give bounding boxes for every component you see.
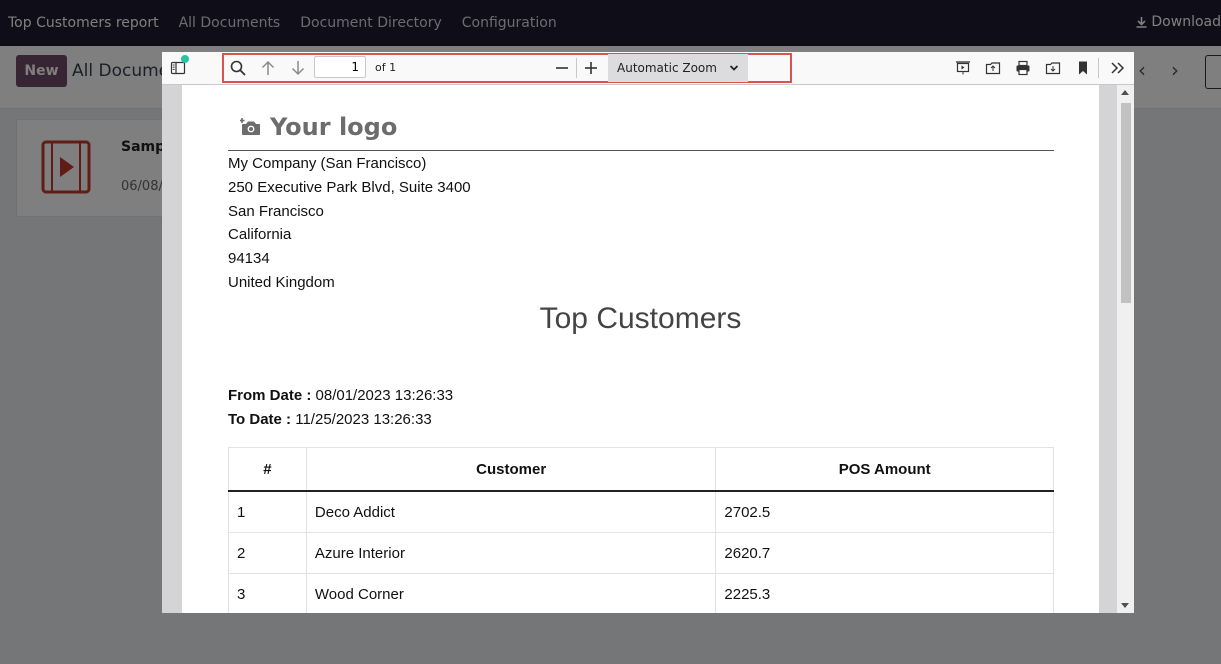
pdf-viewer: of 1 Automatic Zoom [162,52,1134,613]
to-date-row: To Date : 11/25/2023 13:26:33 [228,408,453,432]
company-line: California [228,226,292,244]
table-row: 3 Wood Corner 2225.3 [228,573,1054,613]
table-cell: 2702.5 [715,490,1054,533]
pdf-page: Your logo My Company (San Francisco) 250… [182,85,1099,613]
from-date-value: 08/01/2023 13:26:33 [315,387,454,404]
table-cell: 2 [228,532,307,574]
table-cell: 3 [228,573,307,613]
company-line: United Kingdom [228,273,335,291]
zoom-out-icon[interactable] [552,58,572,78]
scrollbar-thumb[interactable] [1121,103,1131,303]
column-header: POS Amount [715,447,1054,492]
add-photo-icon [240,118,260,135]
presentation-mode-icon[interactable] [953,58,973,78]
scroll-up-icon[interactable] [1121,90,1129,95]
company-line: San Francisco [228,202,324,220]
to-date-value: 11/25/2023 13:26:33 [295,411,432,428]
table-cell: Wood Corner [305,573,717,613]
table-cell: 1 [228,490,307,533]
save-download-icon[interactable] [1043,58,1063,78]
toolbar-separator [576,58,577,78]
table-cell: 2620.7 [715,532,1054,574]
notification-dot [181,55,189,63]
table-cell: 2225.3 [715,573,1054,613]
tools-menu-icon[interactable] [1108,58,1128,78]
open-file-icon[interactable] [983,58,1003,78]
toolbar-separator [1098,58,1099,78]
chevron-down-icon [729,65,739,71]
print-icon[interactable] [1013,58,1033,78]
bookmark-icon[interactable] [1073,58,1093,78]
report-title: Top Customers [539,302,742,335]
next-page-icon[interactable] [288,58,308,78]
logo-text: Your logo [270,113,398,141]
previous-page-icon[interactable] [258,58,278,78]
column-header: # [228,447,307,492]
from-date-row: From Date : 08/01/2023 13:26:33 [228,384,453,408]
search-icon[interactable] [228,58,248,78]
pdf-toolbar: of 1 Automatic Zoom [162,52,1134,85]
company-line: 94134 [228,250,270,268]
zoom-select-value: Automatic Zoom [617,61,717,75]
company-logo: Your logo [240,113,397,141]
header-divider [228,150,1054,151]
page-count: of 1 [375,61,397,74]
company-address: My Company (San Francisco) 250 Executive… [228,152,471,295]
customers-table: # Customer POS Amount 1 Deco Addict 2702… [228,447,1054,613]
table-header-row: # Customer POS Amount [228,447,1054,492]
company-line: 250 Executive Park Blvd, Suite 3400 [228,178,471,196]
table-row: 2 Azure Interior 2620.7 [228,532,1054,574]
to-date-label: To Date : [228,411,292,428]
page-number-input[interactable] [314,56,366,78]
table-cell: Deco Addict [305,490,717,533]
company-line: My Company (San Francisco) [228,155,427,172]
table-row: 1 Deco Addict 2702.5 [228,490,1054,533]
zoom-select[interactable]: Automatic Zoom [608,54,748,82]
scroll-down-icon[interactable] [1121,603,1129,608]
report-dates: From Date : 08/01/2023 13:26:33 To Date … [228,384,453,432]
vertical-scrollbar[interactable] [1117,85,1134,613]
table-cell: Azure Interior [305,532,717,574]
from-date-label: From Date : [228,387,312,404]
zoom-in-icon[interactable] [581,58,601,78]
column-header: Customer [305,447,717,492]
